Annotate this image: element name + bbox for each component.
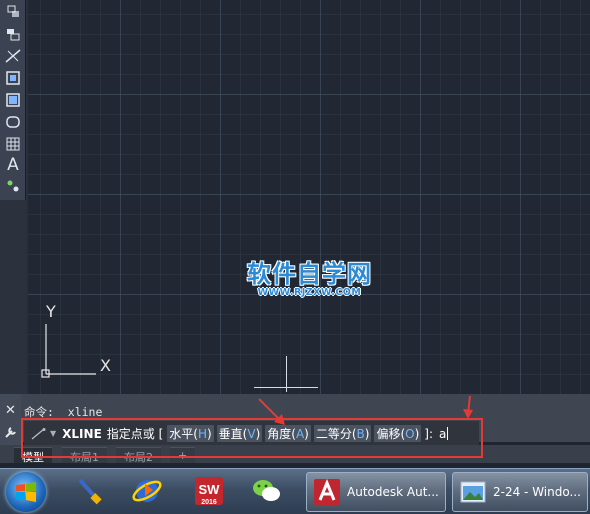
zoom-extents-icon[interactable] — [3, 90, 23, 110]
watermark-url: WWW.RJZXW.COM — [257, 287, 362, 298]
wechat-icon[interactable] — [250, 474, 284, 508]
canvas-border — [26, 0, 28, 394]
close-icon[interactable]: ✕ — [3, 403, 18, 418]
watermark-title: 软件自学网 — [247, 260, 372, 288]
draw-toolbar: A — [0, 0, 26, 200]
autocad-window: A 软件自学网 WWW.RJZXW.COM Y X ✕ 命令: _xline ▼… — [0, 0, 590, 514]
start-button[interactable] — [6, 472, 46, 512]
svg-text:SW: SW — [199, 482, 221, 497]
left-panel-empty — [0, 200, 26, 394]
wrench-icon[interactable] — [3, 425, 18, 443]
ucs-icon: Y X — [36, 300, 126, 382]
red-arrow-right — [463, 395, 473, 419]
task-label: 2-24 - Windo... — [493, 485, 581, 499]
autocad-app-icon — [314, 479, 340, 505]
ucs-y-label: Y — [46, 302, 56, 321]
text-icon[interactable]: A — [3, 155, 23, 175]
xline-icon[interactable] — [3, 46, 23, 66]
crosshair-horizontal — [254, 387, 318, 388]
brush-app-icon[interactable] — [72, 474, 106, 508]
orbit-app-icon[interactable] — [130, 474, 164, 508]
blocks-icon[interactable] — [3, 24, 23, 44]
taskbar-task-autocad[interactable]: Autodesk Aut... — [306, 472, 446, 512]
command-window-side: ✕ — [0, 394, 21, 450]
watermark: 软件自学网 WWW.RJZXW.COM — [247, 254, 372, 298]
layer-states-icon[interactable] — [3, 2, 23, 22]
task-label: Autodesk Aut... — [347, 485, 439, 499]
windows-logo-icon — [16, 482, 36, 502]
taskbar-task-explorer[interactable]: 2-24 - Windo... — [452, 472, 588, 512]
table-icon[interactable] — [3, 134, 23, 154]
highlight-box — [21, 418, 483, 458]
solidworks-icon[interactable]: SW 2016 — [192, 474, 226, 508]
red-arrow-left — [258, 398, 285, 425]
ucs-x-label: X — [100, 356, 111, 375]
zoom-window-icon[interactable] — [3, 68, 23, 88]
explorer-window-icon — [460, 481, 486, 503]
point-style-icon[interactable] — [3, 176, 23, 196]
region-icon[interactable] — [3, 112, 23, 132]
solidworks-year: 2016 — [201, 499, 217, 506]
